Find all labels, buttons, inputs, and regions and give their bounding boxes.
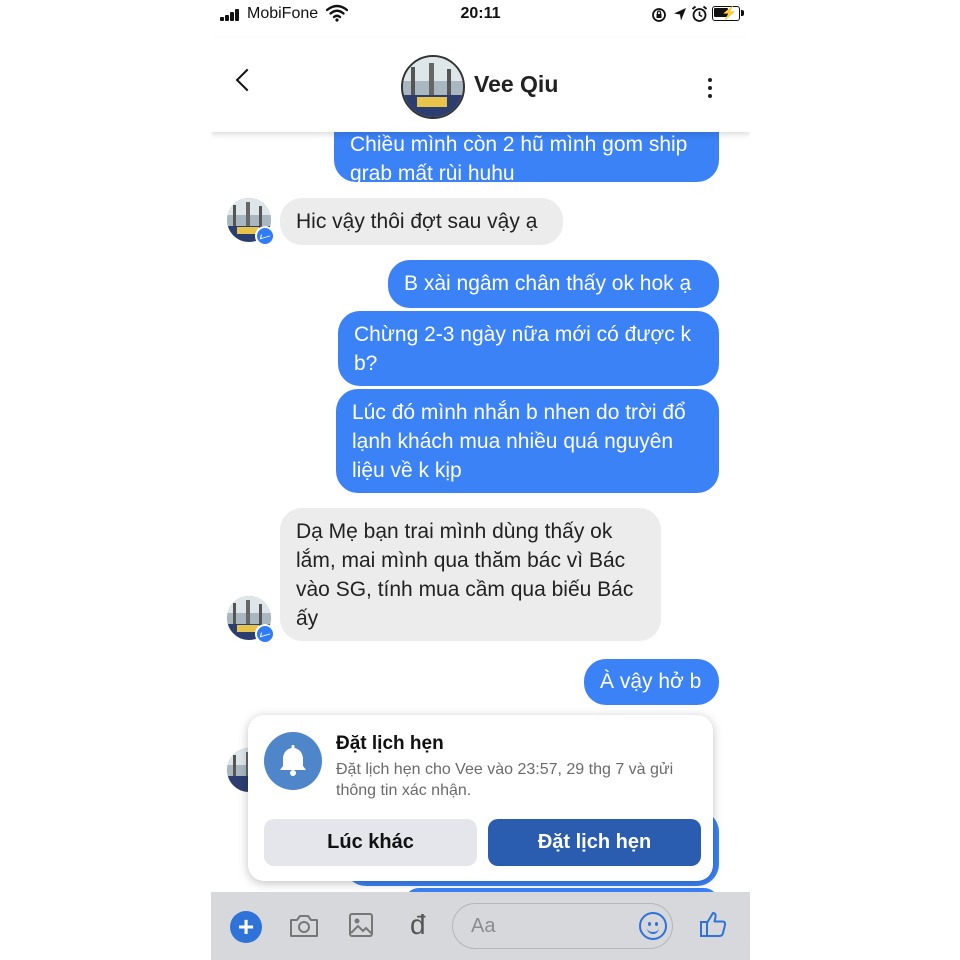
status-bar: MobiFone 20:11 ⚡ [211, 0, 750, 30]
message-bubble-incoming[interactable]: Hic vậy thôi đợt sau vậy ạ [280, 198, 563, 245]
smile-icon[interactable] [639, 912, 667, 940]
conversation-header: Vee Qiu [211, 38, 750, 132]
message-bubble-outgoing[interactable]: Lúc đó mình nhắn b nhen do trời đổ lạnh … [336, 389, 719, 493]
image-icon[interactable] [348, 912, 374, 938]
contact-name[interactable]: Vee Qiu [474, 71, 558, 98]
messenger-badge-icon [255, 226, 275, 246]
location-icon [674, 8, 686, 21]
more-vertical-icon[interactable] [707, 78, 713, 98]
messenger-badge-icon [255, 624, 275, 644]
chat-screen: MobiFone 20:11 ⚡ Vee Qiu Chiều mình còn … [211, 0, 750, 960]
plus-icon[interactable]: + [230, 911, 262, 943]
rotation-lock-icon [652, 8, 666, 22]
book-appointment-button[interactable]: Đặt lịch hẹn [488, 819, 701, 866]
thumbs-up-icon[interactable] [699, 909, 729, 939]
alarm-icon [691, 5, 708, 22]
clock: 20:11 [460, 5, 501, 22]
battery-icon: ⚡ [712, 5, 744, 21]
camera-icon[interactable] [288, 913, 320, 939]
message-composer: + đ Aa [211, 892, 750, 960]
chevron-left-icon[interactable] [235, 68, 259, 92]
later-button[interactable]: Lúc khác [264, 819, 477, 866]
message-bubble-outgoing[interactable]: Chừng 2-3 ngày nữa mới có được k b? [338, 311, 719, 386]
bell-icon [264, 732, 322, 790]
contact-avatar-small [227, 198, 275, 246]
contact-avatar[interactable] [401, 55, 465, 119]
currency-button[interactable]: đ [410, 909, 426, 941]
message-bubble-outgoing[interactable]: À vậy hở b [584, 659, 719, 705]
prompt-title: Đặt lịch hẹn [336, 733, 444, 754]
contact-avatar-small [227, 596, 275, 644]
message-bubble-incoming[interactable]: Dạ Mẹ bạn trai mình dùng thấy ok lắm, ma… [280, 508, 661, 641]
prompt-description: Đặt lịch hẹn cho Vee vào 23:57, 29 thg 7… [336, 761, 674, 799]
appointment-prompt: Đặt lịch hẹn Đặt lịch hẹn cho Vee vào 23… [248, 715, 713, 881]
message-input-placeholder: Aa [471, 915, 496, 937]
message-bubble-outgoing[interactable]: B xài ngâm chân thấy ok hok ạ [388, 260, 719, 308]
